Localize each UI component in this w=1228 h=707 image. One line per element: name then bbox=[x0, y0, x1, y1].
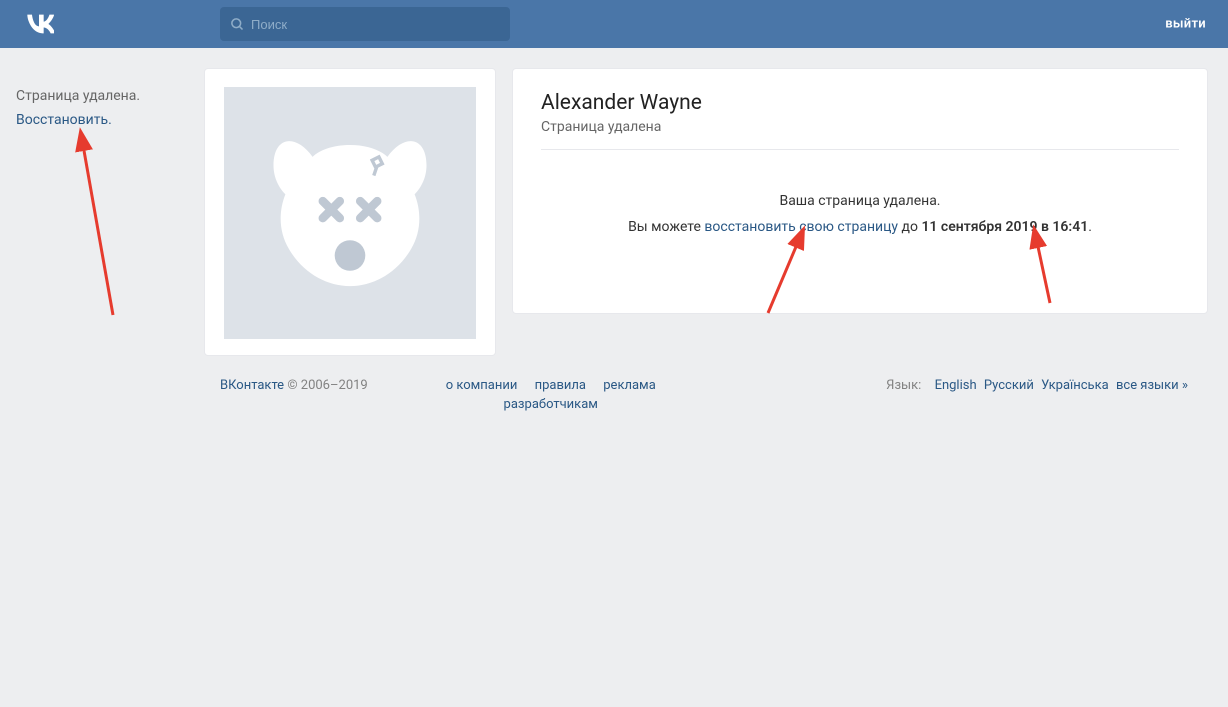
search-input[interactable] bbox=[251, 17, 500, 32]
footer-devs-link[interactable]: разработчикам bbox=[504, 397, 598, 412]
msg-mid: до bbox=[898, 219, 921, 235]
lang-en[interactable]: English bbox=[935, 378, 977, 393]
footer-brand-link[interactable]: ВКонтакте bbox=[220, 378, 284, 393]
restore-page-link[interactable]: восстановить свою страницу bbox=[704, 219, 898, 235]
footer-copyright: © 2006–2019 bbox=[284, 378, 368, 393]
footer-lang: Язык: English Русский Українська все язы… bbox=[886, 378, 1188, 412]
search-box[interactable] bbox=[220, 7, 510, 41]
msg-title: Ваша страница удалена. bbox=[541, 188, 1179, 214]
footer: ВКонтакте © 2006–2019 о компании правила… bbox=[220, 378, 1208, 412]
sidebar-restore-link[interactable]: Восстановить. bbox=[16, 112, 200, 128]
lang-ru[interactable]: Русский bbox=[984, 378, 1034, 393]
lang-ua[interactable]: Українська bbox=[1041, 378, 1109, 393]
vk-logo[interactable] bbox=[24, 10, 54, 38]
profile-card: Alexander Wayne Страница удалена Ваша ст… bbox=[512, 68, 1208, 314]
divider bbox=[541, 149, 1179, 150]
sidebar-status: Страница удалена. bbox=[16, 86, 200, 106]
deleted-message: Ваша страница удалена. Вы можете восстан… bbox=[541, 188, 1179, 240]
layout: Страница удалена. Восстановить. Alexande… bbox=[0, 48, 1228, 356]
lang-all[interactable]: все языки » bbox=[1116, 378, 1188, 393]
profile-status: Страница удалена bbox=[541, 119, 1179, 135]
footer-ads-link[interactable]: реклама bbox=[603, 378, 656, 393]
deleted-avatar bbox=[224, 87, 476, 339]
footer-lang-label: Язык: bbox=[886, 378, 921, 393]
footer-rules-link[interactable]: правила bbox=[535, 378, 586, 393]
profile-name: Alexander Wayne bbox=[541, 91, 1179, 115]
msg-prefix: Вы можете bbox=[628, 219, 704, 235]
sidebar: Страница удалена. Восстановить. bbox=[0, 68, 200, 356]
msg-deadline: 11 сентября 2019 в 16:41 bbox=[921, 219, 1088, 235]
msg-suffix: . bbox=[1088, 219, 1092, 235]
footer-links: о компании правила реклама разработчикам bbox=[408, 378, 708, 412]
footer-brand-col: ВКонтакте © 2006–2019 bbox=[220, 378, 368, 412]
avatar-card bbox=[204, 68, 496, 356]
topbar: выйти bbox=[0, 0, 1228, 48]
search-icon bbox=[230, 17, 245, 32]
msg-line: Вы можете восстановить свою страницу до … bbox=[541, 214, 1179, 240]
logout-link[interactable]: выйти bbox=[1165, 17, 1206, 32]
content: Alexander Wayne Страница удалена Ваша ст… bbox=[200, 68, 1228, 356]
footer-about-link[interactable]: о компании bbox=[446, 378, 518, 393]
